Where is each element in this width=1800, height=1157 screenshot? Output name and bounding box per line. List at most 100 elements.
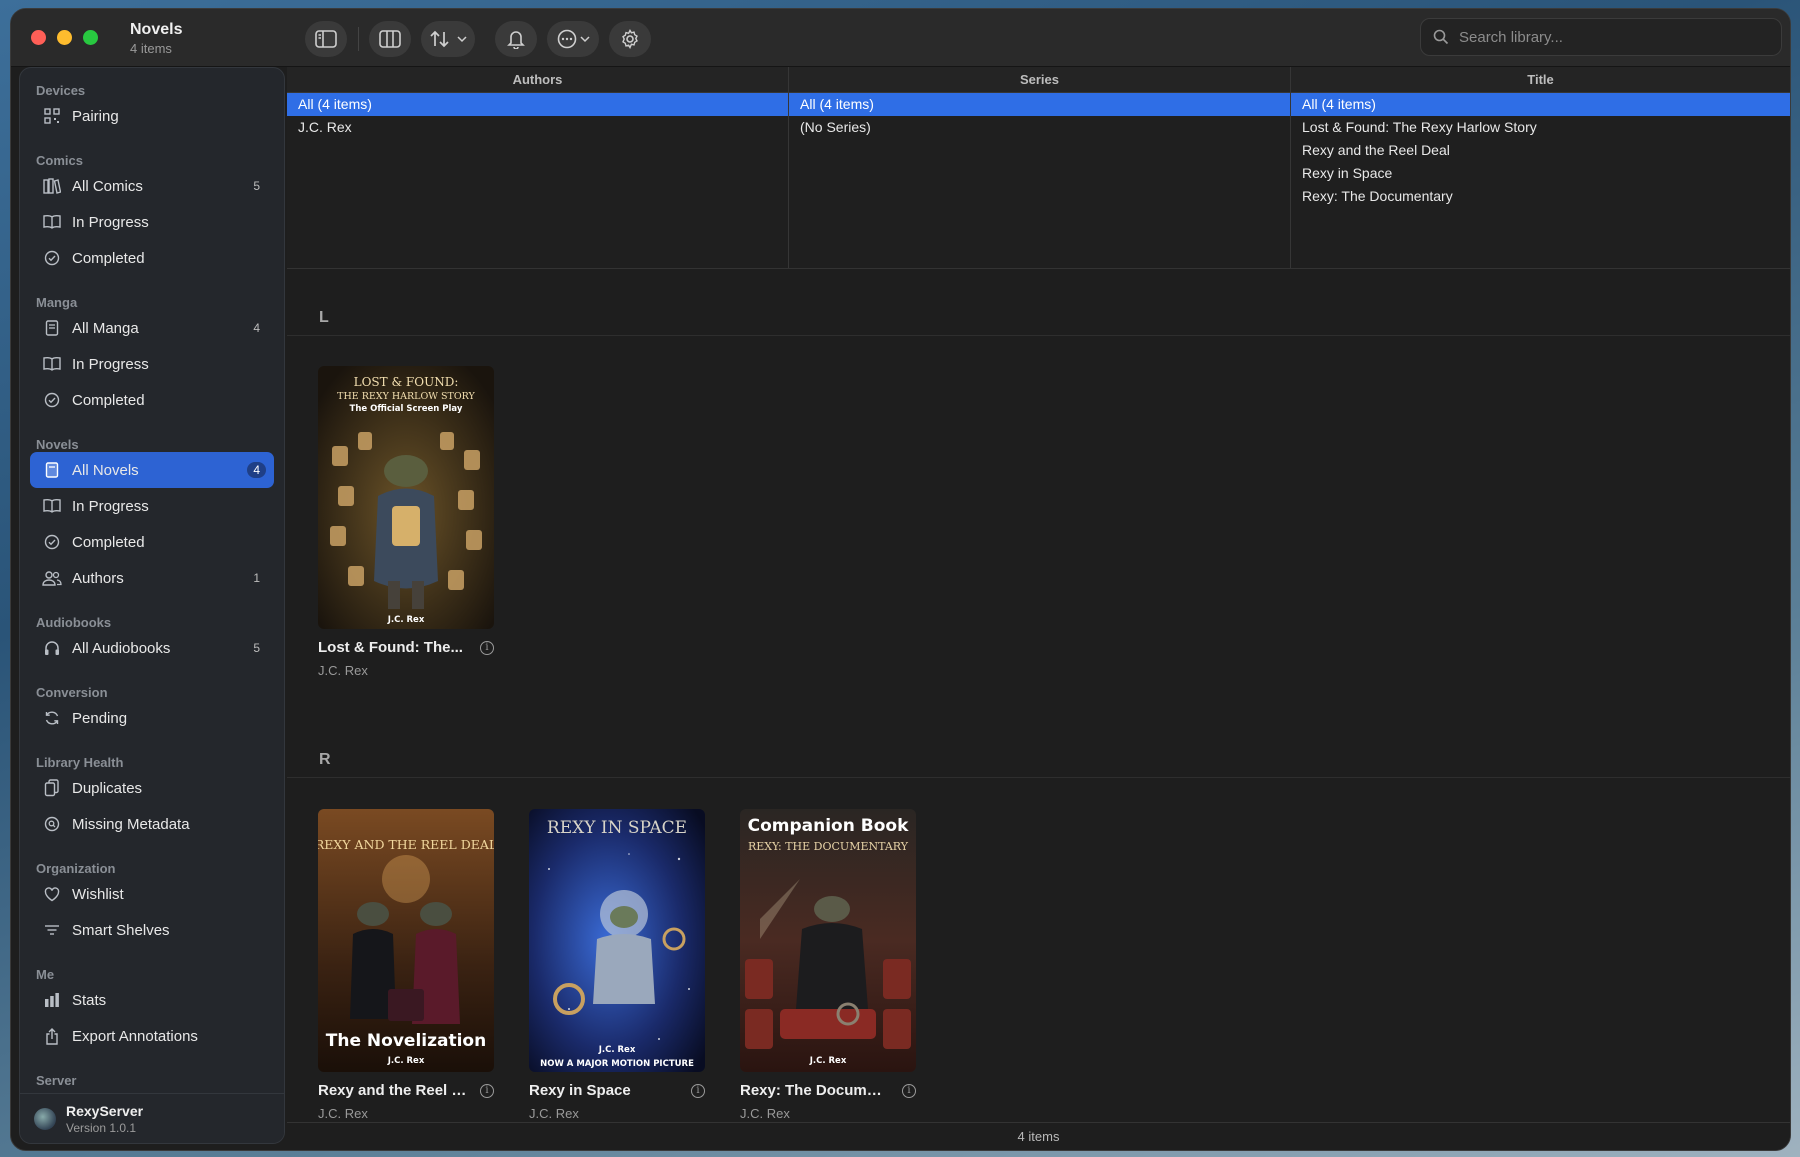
cover-author: J.C. Rex xyxy=(387,1056,425,1066)
server-avatar xyxy=(34,1107,56,1130)
chevron-down-icon xyxy=(579,36,590,43)
notifications-button[interactable] xyxy=(495,21,537,57)
series-column: Series All (4 items) (No Series) xyxy=(789,67,1291,268)
server-status[interactable]: RexyServer Version 1.0.1 xyxy=(20,1093,284,1143)
sort-icon xyxy=(430,30,449,48)
sidebar-item-label: Wishlist xyxy=(72,885,124,903)
server-name: RexyServer xyxy=(66,1102,144,1119)
search-field[interactable] xyxy=(1420,18,1782,56)
book-author: J.C. Rex xyxy=(740,1106,790,1121)
settings-button[interactable] xyxy=(609,21,651,57)
sidebar-item-duplicates[interactable]: Duplicates xyxy=(30,770,274,806)
open-book-icon xyxy=(42,212,62,232)
sidebar-item-label: Pending xyxy=(72,709,128,727)
book-title[interactable]: Lost & Found: The... xyxy=(318,639,468,656)
sidebar-item-all-comics[interactable]: All Comics 5 xyxy=(30,168,274,204)
minimize-window-button[interactable] xyxy=(57,30,72,45)
section-organization: Organization xyxy=(36,861,116,876)
column-header-series[interactable]: Series xyxy=(789,67,1290,93)
section-novels: Novels xyxy=(36,437,79,452)
section-library-health: Library Health xyxy=(36,755,124,770)
info-icon[interactable]: i xyxy=(902,1083,916,1098)
sidebar-item-pending[interactable]: Pending xyxy=(30,700,274,736)
list-item[interactable]: All (4 items) xyxy=(1291,93,1790,116)
info-icon[interactable]: i xyxy=(480,640,494,655)
book-cover[interactable]: LOST & FOUND: THE REXY HARLOW STORY The … xyxy=(318,366,494,629)
close-window-button[interactable] xyxy=(31,30,46,45)
ellipsis-circle-icon xyxy=(557,29,576,49)
list-item[interactable]: Rexy: The Documentary xyxy=(1291,185,1790,208)
sidebar-item-wishlist[interactable]: Wishlist xyxy=(30,876,274,912)
checkmark-circle-icon xyxy=(42,390,62,410)
list-item[interactable]: Lost & Found: The Rexy Harlow Story xyxy=(1291,116,1790,139)
sidebar-item-label: Completed xyxy=(72,249,145,267)
headphones-icon xyxy=(42,638,62,658)
sidebar-item-label: Authors xyxy=(72,569,124,587)
info-icon[interactable]: i xyxy=(691,1083,705,1098)
book-title[interactable]: Rexy and the Reel D... xyxy=(318,1082,468,1099)
sidebar-item-all-novels[interactable]: All Novels 4 xyxy=(30,452,274,488)
chevron-down-icon xyxy=(457,36,467,43)
sidebar-item-comics-completed[interactable]: Completed xyxy=(30,240,274,276)
book-cover[interactable]: Companion Book REXY: THE DOCUMENTARY J.C… xyxy=(740,809,916,1072)
search-icon xyxy=(1433,29,1449,45)
sidebar-item-label: Duplicates xyxy=(72,779,143,797)
window-subtitle: 4 items xyxy=(130,41,172,56)
book-card[interactable]: Companion Book REXY: THE DOCUMENTARY J.C… xyxy=(740,809,916,1121)
column-header-authors[interactable]: Authors xyxy=(287,67,788,93)
search-input[interactable] xyxy=(1459,28,1759,46)
cover-text: NOW A MAJOR MOTION PICTURE xyxy=(540,1059,694,1069)
filter-lines-icon xyxy=(42,920,62,940)
sidebar-item-all-manga[interactable]: All Manga 4 xyxy=(30,310,274,346)
book-cover[interactable]: REXY AND THE REEL DEAL The Novelization … xyxy=(318,809,494,1072)
sidebar-item-novels-in-progress[interactable]: In Progress xyxy=(30,488,274,524)
sidebar-item-novels-completed[interactable]: Completed xyxy=(30,524,274,560)
list-item[interactable]: Rexy and the Reel Deal xyxy=(1291,139,1790,162)
toggle-sidebar-button[interactable] xyxy=(305,21,347,57)
sidebar-item-manga-in-progress[interactable]: In Progress xyxy=(30,346,274,382)
section-me: Me xyxy=(36,967,55,982)
cover-text: THE REXY HARLOW STORY xyxy=(337,391,475,402)
sidebar-item-authors[interactable]: Authors 1 xyxy=(30,560,274,596)
sidebar-item-label: Completed xyxy=(72,533,145,551)
sidebar-item-pairing[interactable]: Pairing xyxy=(30,98,274,134)
list-item[interactable]: All (4 items) xyxy=(287,93,788,116)
zoom-window-button[interactable] xyxy=(83,30,98,45)
sidebar-item-label: Stats xyxy=(72,991,107,1009)
list-item[interactable]: Rexy in Space xyxy=(1291,162,1790,185)
sidebar-item-all-audiobooks[interactable]: All Audiobooks 5 xyxy=(30,630,274,666)
count-badge: 5 xyxy=(253,179,260,193)
more-actions-button[interactable] xyxy=(547,21,599,57)
list-item[interactable]: J.C. Rex xyxy=(287,116,788,139)
book-title[interactable]: Rexy in Space xyxy=(529,1082,679,1099)
magnifier-circle-icon xyxy=(42,814,62,834)
list-item[interactable]: All (4 items) xyxy=(789,93,1290,116)
book-card[interactable]: REXY AND THE REEL DEAL The Novelization … xyxy=(318,809,494,1121)
book-card[interactable]: LOST & FOUND: THE REXY HARLOW STORY The … xyxy=(318,366,494,678)
status-bar: 4 items xyxy=(287,1122,1790,1150)
sidebar-item-comics-in-progress[interactable]: In Progress xyxy=(30,204,274,240)
toolbar-separator xyxy=(358,27,359,51)
book-author: J.C. Rex xyxy=(318,663,368,678)
sidebar-item-missing-metadata[interactable]: Missing Metadata xyxy=(30,806,274,842)
sidebar-item-smart-shelves[interactable]: Smart Shelves xyxy=(30,912,274,948)
info-icon[interactable]: i xyxy=(480,1083,494,1098)
title-column: Title All (4 items) Lost & Found: The Re… xyxy=(1291,67,1790,268)
section-manga: Manga xyxy=(36,295,78,310)
book-icon xyxy=(42,460,62,480)
list-item[interactable]: (No Series) xyxy=(789,116,1290,139)
cover-author: J.C. Rex xyxy=(809,1056,847,1066)
cover-text: REXY AND THE REEL DEAL xyxy=(318,837,494,852)
book-card[interactable]: REXY IN SPACE J.C. Rex NOW A MAJOR MOTIO… xyxy=(529,809,705,1121)
sidebar-item-stats[interactable]: Stats xyxy=(30,982,274,1018)
column-header-title[interactable]: Title xyxy=(1291,67,1790,93)
column-browser-button[interactable] xyxy=(369,21,411,57)
sidebar-item-export-annotations[interactable]: Export Annotations xyxy=(30,1018,274,1054)
sort-menu-button[interactable] xyxy=(421,21,475,57)
sidebar-item-manga-completed[interactable]: Completed xyxy=(30,382,274,418)
title-bar: Novels 4 items xyxy=(11,9,1790,67)
book-title[interactable]: Rexy: The Documen... xyxy=(740,1082,890,1099)
cover-text: The Official Screen Play xyxy=(350,404,463,414)
cover-text: LOST & FOUND: xyxy=(354,375,459,389)
book-cover[interactable]: REXY IN SPACE J.C. Rex NOW A MAJOR MOTIO… xyxy=(529,809,705,1072)
